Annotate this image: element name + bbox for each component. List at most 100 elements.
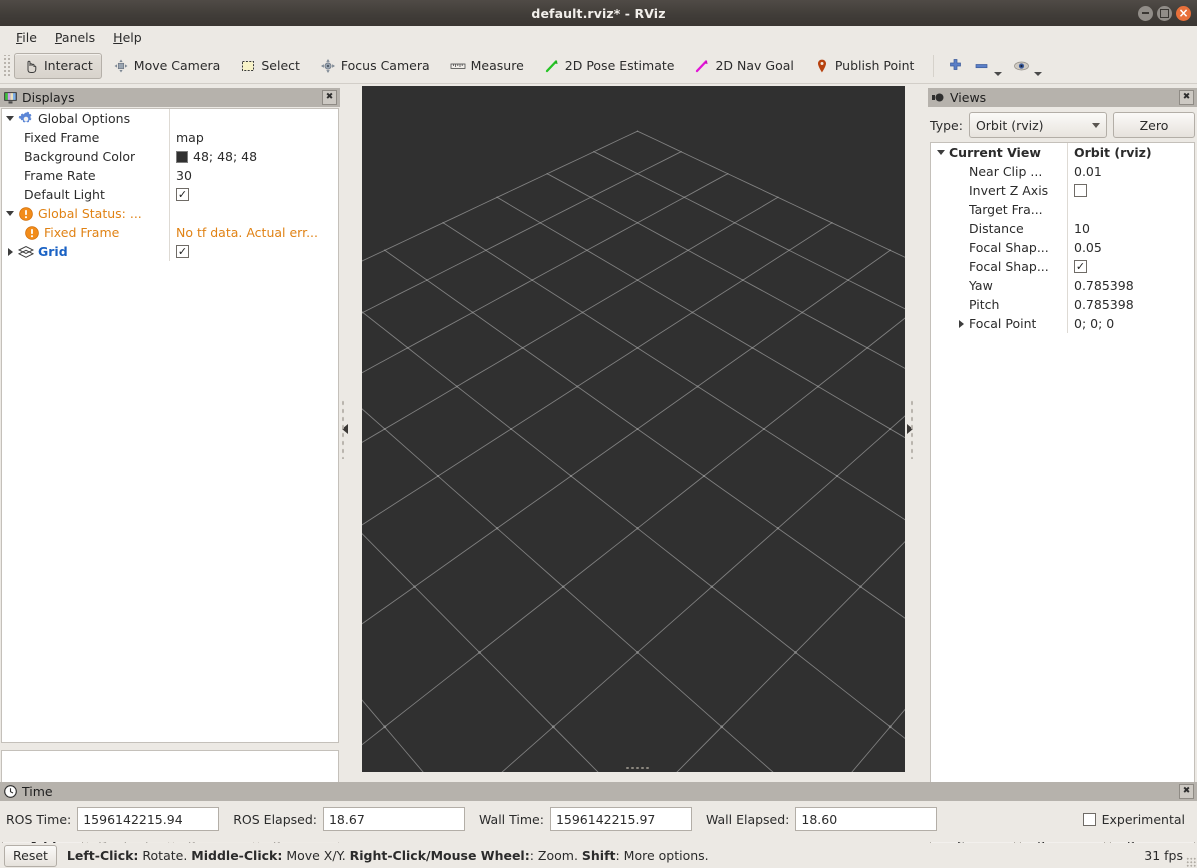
- table-row[interactable]: Distance10: [931, 219, 1194, 238]
- table-row[interactable]: Focal Shap...0.05: [931, 238, 1194, 257]
- tree-item-name: Background Color: [2, 147, 170, 166]
- cell-value: 30: [176, 168, 192, 183]
- tree-item-value[interactable]: 48; 48; 48: [170, 147, 338, 166]
- table-row[interactable]: Focal Point0; 0; 0: [931, 314, 1194, 333]
- tool-measure[interactable]: Measure: [441, 53, 533, 79]
- tool-2d-pose-estimate[interactable]: 2D Pose Estimate: [535, 53, 684, 79]
- tool-select[interactable]: Select: [231, 53, 309, 79]
- tree-item-value[interactable]: No tf data. Actual err...: [170, 223, 338, 242]
- tree-item-value[interactable]: [170, 204, 338, 223]
- tree-item-value[interactable]: 0.785398: [1068, 276, 1194, 295]
- close-icon[interactable]: ✖: [322, 90, 337, 105]
- tree-item-value[interactable]: ✓: [1068, 257, 1194, 276]
- checkbox-checked[interactable]: ✓: [1074, 260, 1087, 273]
- tree-item-value[interactable]: [170, 109, 338, 128]
- table-row[interactable]: Near Clip ...0.01: [931, 162, 1194, 181]
- map-pin-icon: [814, 58, 830, 74]
- menu-file[interactable]: File: [7, 28, 46, 47]
- table-row[interactable]: Grid✓: [2, 242, 338, 261]
- zero-button[interactable]: Zero: [1113, 112, 1195, 138]
- add-tool-button[interactable]: [942, 53, 968, 79]
- remove-tool-button[interactable]: [968, 53, 1002, 79]
- color-swatch: [176, 151, 188, 163]
- menu-panels[interactable]: Panels: [46, 28, 104, 47]
- table-row[interactable]: Frame Rate 30: [2, 166, 338, 185]
- table-row[interactable]: Fixed Frame map: [2, 128, 338, 147]
- table-row[interactable]: Pitch0.785398: [931, 295, 1194, 314]
- table-row[interactable]: Fixed FrameNo tf data. Actual err...: [2, 223, 338, 242]
- checkbox-checked[interactable]: ✓: [176, 188, 189, 201]
- checkbox-checked[interactable]: ✓: [176, 245, 189, 258]
- table-row[interactable]: Current ViewOrbit (rviz): [931, 143, 1194, 162]
- experimental-toggle[interactable]: Experimental: [1083, 812, 1185, 827]
- table-row[interactable]: Focal Shap...✓: [931, 257, 1194, 276]
- tool-focus-camera-label: Focus Camera: [341, 58, 430, 73]
- tool-interact[interactable]: Interact: [14, 53, 102, 79]
- tree-item-value[interactable]: [1068, 181, 1194, 200]
- maximize-icon[interactable]: [1157, 6, 1172, 21]
- ros-time-field[interactable]: 1596142215.94: [77, 807, 219, 831]
- checkbox-unchecked[interactable]: [1083, 813, 1096, 826]
- wall-time-label: Wall Time:: [479, 812, 544, 827]
- tool-properties-button[interactable]: [1008, 53, 1042, 79]
- chevron-down-icon: [994, 72, 1002, 76]
- grid-node: [472, 312, 474, 314]
- table-row[interactable]: Invert Z Axis: [931, 181, 1194, 200]
- expand-twisty-closed[interactable]: [2, 248, 18, 256]
- tree-item-value[interactable]: 30: [170, 166, 338, 185]
- grid-node: [510, 428, 512, 430]
- grid-node: [522, 347, 524, 349]
- close-icon[interactable]: [1176, 6, 1191, 21]
- tool-select-label: Select: [261, 58, 300, 73]
- tree-item-value[interactable]: 0.785398: [1068, 295, 1194, 314]
- tree-item-value[interactable]: 0.01: [1068, 162, 1194, 181]
- rviz-3d-render-view[interactable]: [362, 86, 913, 772]
- right-splitter-handle[interactable]: [905, 86, 915, 772]
- expand-twisty-open[interactable]: [2, 211, 18, 216]
- toolbar-grip[interactable]: [2, 55, 11, 77]
- cell-value: 48; 48; 48: [193, 149, 257, 164]
- tree-item-value[interactable]: ✓: [170, 185, 338, 204]
- table-row[interactable]: Global Status: ...: [2, 204, 338, 223]
- left-splitter-handle[interactable]: [340, 86, 350, 772]
- tool-2d-nav-goal[interactable]: 2D Nav Goal: [685, 53, 802, 79]
- wall-time-field[interactable]: 1596142215.97: [550, 807, 692, 831]
- tree-item-value[interactable]: map: [170, 128, 338, 147]
- table-row[interactable]: Target Fra...: [931, 200, 1194, 219]
- close-icon[interactable]: ✖: [1179, 784, 1194, 799]
- tool-focus-camera[interactable]: Focus Camera: [311, 53, 439, 79]
- table-row[interactable]: Yaw0.785398: [931, 276, 1194, 295]
- expand-twisty-open[interactable]: [2, 116, 18, 121]
- checkbox-unchecked[interactable]: [1074, 184, 1087, 197]
- grid-node: [437, 475, 439, 477]
- wall-elapsed-field[interactable]: 18.60: [795, 807, 937, 831]
- tree-item-value[interactable]: Orbit (rviz): [1068, 143, 1194, 162]
- menu-help[interactable]: Help: [104, 28, 151, 47]
- table-row[interactable]: Default Light✓: [2, 185, 338, 204]
- tool-publish-point[interactable]: Publish Point: [805, 53, 924, 79]
- window-resize-grip[interactable]: [1186, 857, 1196, 867]
- tree-item-label: Fixed Frame: [24, 130, 99, 145]
- grid-node: [562, 585, 564, 587]
- displays-tree[interactable]: Global Options Fixed Frame mapBackground C…: [1, 108, 339, 743]
- cell-value: 0.785398: [1074, 297, 1134, 312]
- grid-node: [552, 725, 555, 728]
- viewport-resize-grip[interactable]: [625, 766, 651, 770]
- tree-item-value[interactable]: ✓: [170, 242, 338, 261]
- tree-item-value[interactable]: [1068, 200, 1194, 219]
- table-row[interactable]: Global Options: [2, 109, 338, 128]
- expand-twisty-open[interactable]: [933, 150, 949, 155]
- ros-elapsed-field[interactable]: 18.67: [323, 807, 465, 831]
- tree-item-value[interactable]: 10: [1068, 219, 1194, 238]
- tree-item-name: Frame Rate: [2, 166, 170, 185]
- tool-move-camera[interactable]: Move Camera: [104, 53, 230, 79]
- view-type-select[interactable]: Orbit (rviz): [969, 112, 1107, 138]
- table-row[interactable]: Background Color 48; 48; 48: [2, 147, 338, 166]
- reset-button[interactable]: Reset: [4, 845, 57, 867]
- tree-item-value[interactable]: 0.05: [1068, 238, 1194, 257]
- tree-item-value[interactable]: 0; 0; 0: [1068, 314, 1194, 333]
- expand-twisty-closed[interactable]: [953, 320, 969, 328]
- close-icon[interactable]: ✖: [1179, 90, 1194, 105]
- minimize-icon[interactable]: [1138, 6, 1153, 21]
- views-tree[interactable]: Current ViewOrbit (rviz)Near Clip ...0.0…: [930, 142, 1195, 824]
